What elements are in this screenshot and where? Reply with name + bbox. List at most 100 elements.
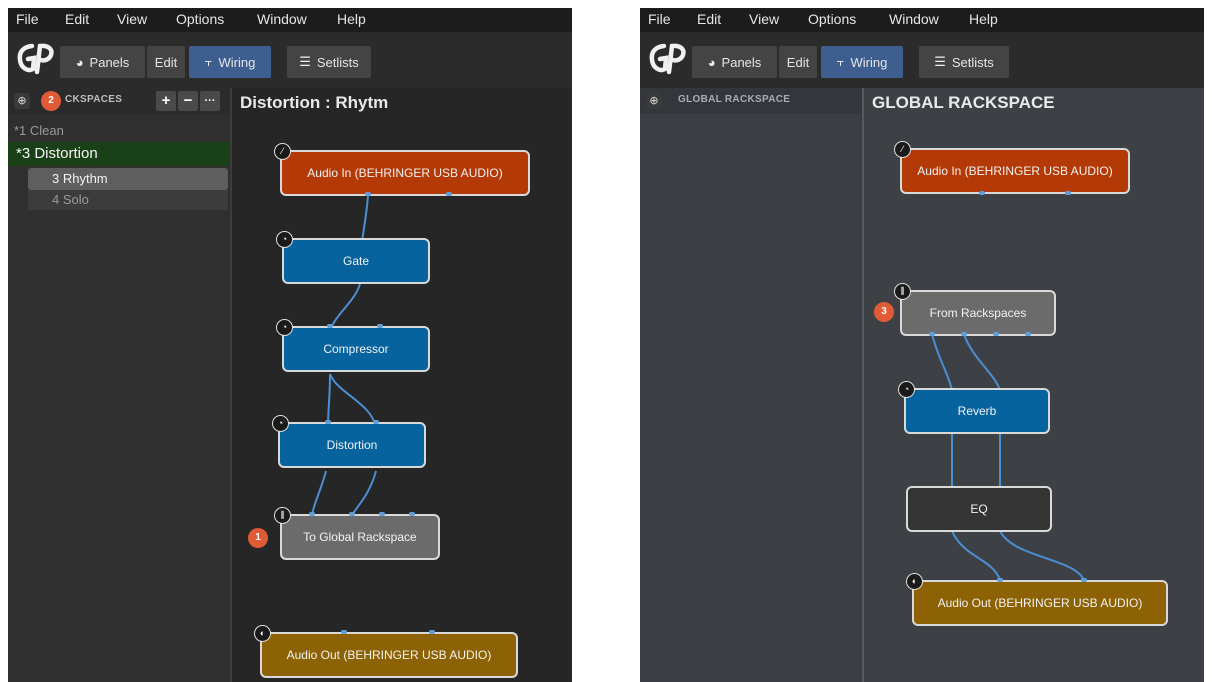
rackspace-item-clean[interactable]: *1 Clean	[8, 123, 230, 141]
setlists-button[interactable]: ☰ Setlists	[287, 46, 371, 78]
panels-button[interactable]: ◕ Panels	[692, 46, 777, 78]
to-global-rackspace-block[interactable]: ⫼ To Global Rackspace	[274, 507, 440, 560]
edit-label: Edit	[154, 54, 178, 70]
menu-options[interactable]: Options	[176, 11, 224, 27]
input-pin[interactable]	[377, 324, 383, 328]
menu-file[interactable]: File	[648, 11, 671, 27]
plugin-knob-icon: ◔	[276, 231, 293, 248]
rackspace-item-distortion[interactable]: *3 Distortion	[8, 142, 230, 166]
wiring-label: Wiring	[218, 54, 256, 70]
wiring-canvas[interactable]: Distortion : Rhytm ⁄ Audio In (BEHRINGER…	[232, 88, 572, 682]
edit-button[interactable]: Edit	[779, 46, 817, 78]
input-pin[interactable]	[379, 512, 385, 516]
reverb-plugin-block[interactable]: ◔ Reverb	[898, 381, 1050, 434]
plugin-knob-icon: ◔	[276, 319, 293, 336]
output-pin[interactable]	[446, 192, 452, 196]
callout-badge-3: 3	[874, 302, 894, 322]
output-pin[interactable]	[365, 192, 371, 196]
menu-help[interactable]: Help	[337, 11, 366, 27]
block-label: Distortion	[326, 438, 378, 452]
edit-label: Edit	[786, 54, 810, 70]
setlists-label: Setlists	[316, 54, 359, 70]
remove-rackspace-button[interactable]: −	[178, 91, 198, 111]
edit-button[interactable]: Edit	[147, 46, 185, 78]
input-pin[interactable]	[409, 512, 415, 516]
rackspace-sidebar: ⊕ 2 CKSPACES + − ··· *1 Clean *3 Distort…	[8, 88, 230, 682]
block-label: Audio Out (BEHRINGER USB AUDIO)	[286, 648, 492, 662]
menu-edit[interactable]: Edit	[697, 11, 721, 27]
audio-out-block[interactable]: ◐ Audio Out (BEHRINGER USB AUDIO)	[254, 625, 518, 678]
audio-out-block[interactable]: ◐ Audio Out (BEHRINGER USB AUDIO)	[906, 573, 1168, 626]
globe-icon[interactable]: ⊕	[646, 93, 662, 109]
more-options-button[interactable]: ···	[200, 91, 220, 111]
panels-label: Panels	[89, 54, 130, 70]
globe-icon[interactable]: ⊕	[14, 93, 30, 109]
toolbar: ◕ Panels Edit ⫟ Wiring ☰ Setlists	[8, 32, 572, 88]
mixer-sliders-icon: ⫼	[894, 283, 911, 300]
input-pin[interactable]	[325, 420, 331, 424]
wiring-icon: ⫟	[204, 54, 213, 69]
input-pin[interactable]	[341, 630, 347, 634]
plugin-knob-icon: ◔	[272, 415, 289, 432]
menu-view[interactable]: View	[749, 11, 779, 27]
setlists-icon: ☰	[934, 54, 946, 69]
menu-bar: File Edit View Options Window Help	[8, 8, 572, 32]
variation-item-rhythm[interactable]: 3 Rhythm	[28, 168, 228, 190]
input-pin[interactable]	[373, 420, 379, 424]
block-label: From Rackspaces	[929, 306, 1027, 320]
variation-item-solo[interactable]: 4 Solo	[28, 190, 228, 210]
panels-icon: ◕	[707, 54, 716, 70]
input-pin[interactable]	[997, 578, 1003, 582]
output-pin[interactable]	[979, 191, 985, 195]
audio-output-icon: ◐	[906, 573, 923, 590]
add-rackspace-button[interactable]: +	[156, 91, 176, 111]
gate-plugin-block[interactable]: ◔ Gate	[276, 231, 430, 284]
menu-edit[interactable]: Edit	[65, 11, 89, 27]
distortion-plugin-block[interactable]: ◔ Distortion	[272, 415, 426, 468]
audio-in-block[interactable]: ⁄ Audio In (BEHRINGER USB AUDIO)	[274, 143, 530, 196]
menu-bar: File Edit View Options Window Help	[640, 8, 1204, 32]
input-pin[interactable]	[309, 512, 315, 516]
input-pin[interactable]	[327, 324, 333, 328]
wiring-button[interactable]: ⫟ Wiring	[821, 46, 903, 78]
menu-options[interactable]: Options	[808, 11, 856, 27]
input-pin[interactable]	[429, 630, 435, 634]
global-wiring-window: File Edit View Options Window Help ◕ Pan…	[640, 8, 1204, 682]
toolbar: ◕ Panels Edit ⫟ Wiring ☰ Setlists	[640, 32, 1204, 88]
output-pin[interactable]	[1025, 332, 1031, 336]
block-label: To Global Rackspace	[303, 530, 417, 544]
panels-button[interactable]: ◕ Panels	[60, 46, 145, 78]
from-rackspaces-block[interactable]: ⫼ From Rackspaces	[894, 283, 1056, 336]
variation-label: 3 Rhythm	[52, 171, 108, 186]
compressor-plugin-block[interactable]: ◔ Compressor	[276, 319, 430, 372]
mixer-sliders-icon: ⫼	[274, 507, 291, 524]
sidebar-title: GLOBAL RACKSPACE	[678, 94, 791, 105]
block-label: Audio In (BEHRINGER USB AUDIO)	[917, 164, 1113, 178]
menu-window[interactable]: Window	[257, 11, 307, 27]
output-pin[interactable]	[1065, 191, 1071, 195]
audio-in-block[interactable]: ⁄ Audio In (BEHRINGER USB AUDIO)	[894, 141, 1130, 194]
wiring-canvas[interactable]: GLOBAL RACKSPACE ⁄ Audio In (BEHRINGER U…	[864, 88, 1204, 682]
block-label: Reverb	[957, 404, 997, 418]
setlists-button[interactable]: ☰ Setlists	[919, 46, 1009, 78]
wiring-label: Wiring	[850, 54, 888, 70]
input-pin[interactable]	[349, 512, 355, 516]
callout-badge-1: 1	[248, 528, 268, 548]
output-pin[interactable]	[929, 332, 935, 336]
wiring-button[interactable]: ⫟ Wiring	[189, 46, 271, 78]
menu-window[interactable]: Window	[889, 11, 939, 27]
block-label: Audio Out (BEHRINGER USB AUDIO)	[937, 596, 1143, 610]
menu-help[interactable]: Help	[969, 11, 998, 27]
block-label: EQ	[970, 502, 988, 516]
menu-file[interactable]: File	[16, 11, 39, 27]
audio-output-icon: ◐	[254, 625, 271, 642]
setlists-label: Setlists	[951, 54, 994, 70]
menu-view[interactable]: View	[117, 11, 147, 27]
eq-plugin-block[interactable]: EQ	[906, 486, 1052, 532]
output-pin[interactable]	[993, 332, 999, 336]
panels-label: Panels	[721, 54, 762, 70]
input-pin[interactable]	[1081, 578, 1087, 582]
plugin-knob-icon: ◔	[898, 381, 915, 398]
audio-input-icon: ⁄	[894, 141, 911, 158]
output-pin[interactable]	[961, 332, 967, 336]
